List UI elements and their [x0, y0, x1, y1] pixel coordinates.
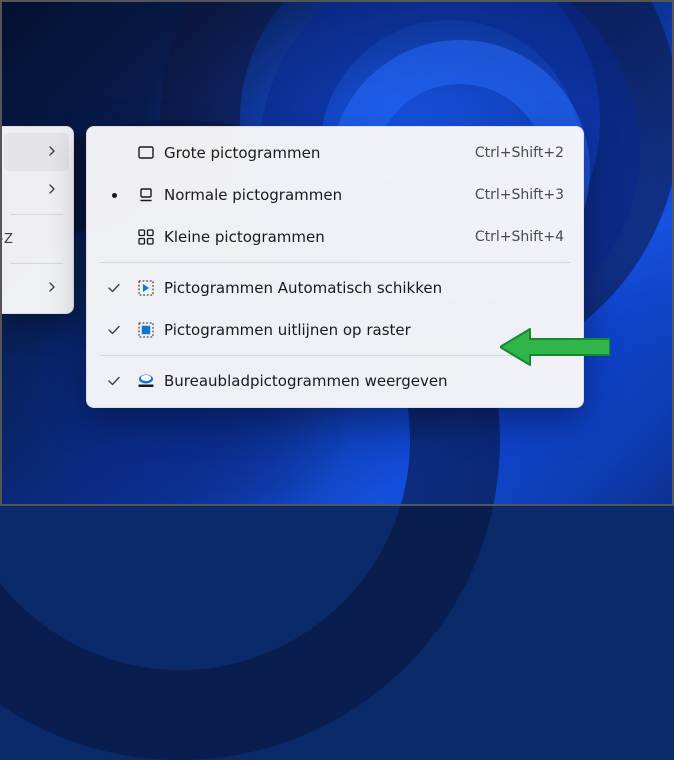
menu-item-show-desktop-icons[interactable]: Bureaubladpictogrammen weergeven [92, 360, 578, 402]
parent-item-view[interactable] [4, 133, 69, 171]
menu-item-small-icons[interactable]: Kleine pictogrammen Ctrl+Shift+4 [92, 216, 578, 258]
check-marker [100, 281, 128, 295]
separator [10, 263, 63, 264]
show-desktop-icons-icon [128, 371, 164, 391]
shortcut-label: Ctrl+Z [0, 232, 13, 247]
menu-item-align-to-grid[interactable]: Pictogrammen uitlijnen op raster [92, 309, 578, 351]
large-icons-icon [128, 143, 164, 163]
menu-label: Grote pictogrammen [164, 144, 475, 162]
chevron-right-icon [47, 144, 57, 160]
menu-item-medium-icons[interactable]: Normale pictogrammen Ctrl+Shift+3 [92, 174, 578, 216]
menu-item-large-icons[interactable]: Grote pictogrammen Ctrl+Shift+2 [92, 132, 578, 174]
shortcut-label: Ctrl+Shift+3 [475, 187, 564, 203]
menu-label: Normale pictogrammen [164, 186, 475, 204]
parent-item-undo[interactable]: Ctrl+Z [0, 220, 73, 258]
menu-label: Kleine pictogrammen [164, 228, 475, 246]
parent-item-new[interactable] [0, 269, 73, 307]
menu-label: Pictogrammen uitlijnen op raster [164, 321, 564, 339]
view-submenu: Grote pictogrammen Ctrl+Shift+2 Normale … [86, 126, 584, 408]
align-grid-icon [128, 320, 164, 340]
auto-arrange-icon [128, 278, 164, 298]
separator [100, 262, 570, 263]
context-menu-parent: Ctrl+Z [0, 126, 74, 314]
radio-marker [100, 193, 128, 198]
shortcut-label: Ctrl+Shift+4 [475, 229, 564, 245]
separator [100, 355, 570, 356]
chevron-right-icon [47, 182, 57, 198]
menu-label: Bureaubladpictogrammen weergeven [164, 372, 564, 390]
chevron-right-icon [47, 280, 57, 296]
check-marker [100, 323, 128, 337]
shortcut-label: Ctrl+Shift+2 [475, 145, 564, 161]
menu-label: Pictogrammen Automatisch schikken [164, 279, 564, 297]
parent-item-sort[interactable] [0, 171, 73, 209]
small-icons-icon [128, 227, 164, 247]
medium-icons-icon [128, 185, 164, 205]
separator [10, 214, 63, 215]
menu-item-auto-arrange[interactable]: Pictogrammen Automatisch schikken [92, 267, 578, 309]
check-marker [100, 374, 128, 388]
